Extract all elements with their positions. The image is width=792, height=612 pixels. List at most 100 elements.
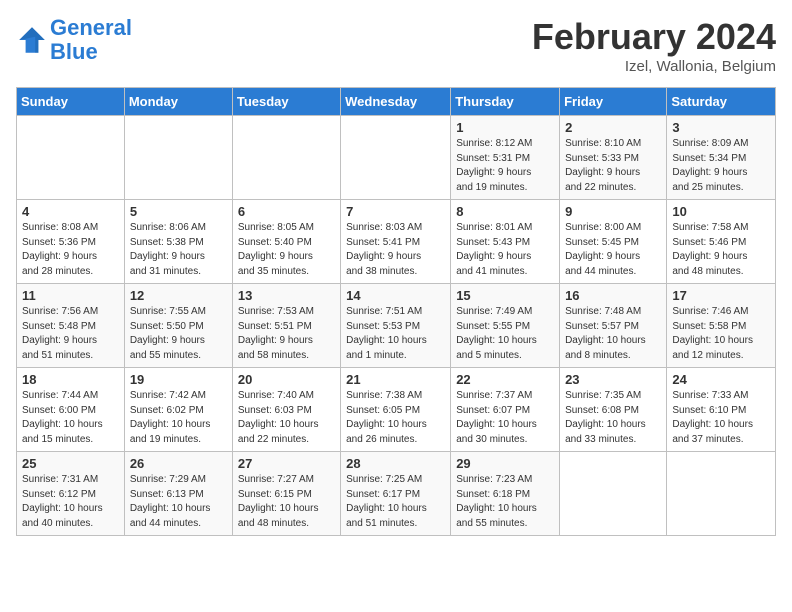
day-info: Sunrise: 7:46 AM Sunset: 5:58 PM Dayligh… bbox=[672, 305, 770, 363]
day-info: Sunrise: 7:35 AM Sunset: 6:08 PM Dayligh… bbox=[565, 389, 661, 447]
day-number: 16 bbox=[565, 288, 661, 303]
calendar-cell: 15 Sunrise: 7:49 AM Sunset: 5:55 PM Dayli… bbox=[451, 284, 560, 368]
logo-text: General Blue bbox=[50, 16, 132, 64]
logo-icon bbox=[16, 24, 48, 56]
month-title: February 2024 bbox=[532, 16, 776, 58]
calendar-cell: 19 Sunrise: 7:42 AM Sunset: 6:02 PM Dayli… bbox=[124, 368, 232, 452]
day-number: 13 bbox=[238, 288, 335, 303]
day-number: 23 bbox=[565, 372, 661, 387]
day-info: Sunrise: 7:53 AM Sunset: 5:51 PM Dayligh… bbox=[238, 305, 335, 363]
calendar-cell: 29Sunrise: 7:23 AM Sunset: 6:18 PM Dayli… bbox=[451, 452, 560, 536]
day-info: Sunrise: 8:06 AM Sunset: 5:38 PM Dayligh… bbox=[130, 221, 227, 279]
calendar-cell: 7 Sunrise: 8:03 AM Sunset: 5:41 PM Daylig… bbox=[341, 200, 451, 284]
day-number: 24 bbox=[672, 372, 770, 387]
day-info: Sunrise: 7:37 AM Sunset: 6:07 PM Dayligh… bbox=[456, 389, 554, 447]
calendar-cell: 3 Sunrise: 8:09 AM Sunset: 5:34 PM Daylig… bbox=[667, 116, 776, 200]
day-number: 4 bbox=[22, 204, 119, 219]
day-number: 19 bbox=[130, 372, 227, 387]
day-number: 25 bbox=[22, 456, 119, 471]
calendar-cell: 27Sunrise: 7:27 AM Sunset: 6:15 PM Dayli… bbox=[232, 452, 340, 536]
day-number: 11 bbox=[22, 288, 119, 303]
day-info: Sunrise: 8:03 AM Sunset: 5:41 PM Dayligh… bbox=[346, 221, 445, 279]
day-number: 18 bbox=[22, 372, 119, 387]
weekday-header-row: SundayMondayTuesdayWednesdayThursdayFrid… bbox=[17, 88, 776, 116]
day-info: Sunrise: 8:12 AM Sunset: 5:31 PM Dayligh… bbox=[456, 137, 554, 195]
day-info: Sunrise: 8:00 AM Sunset: 5:45 PM Dayligh… bbox=[565, 221, 661, 279]
day-number: 28 bbox=[346, 456, 445, 471]
calendar-week-row: 25 Sunrise: 7:31 AM Sunset: 6:12 PM Dayli… bbox=[17, 452, 776, 536]
calendar-week-row: 18 Sunrise: 7:44 AM Sunset: 6:00 PM Dayli… bbox=[17, 368, 776, 452]
calendar-cell: 18 Sunrise: 7:44 AM Sunset: 6:00 PM Dayli… bbox=[17, 368, 125, 452]
weekday-header: Monday bbox=[124, 88, 232, 116]
day-info: Sunrise: 7:44 AM Sunset: 6:00 PM Dayligh… bbox=[22, 389, 119, 447]
calendar-week-row: 1 Sunrise: 8:12 AM Sunset: 5:31 PM Daylig… bbox=[17, 116, 776, 200]
calendar-cell: 1 Sunrise: 8:12 AM Sunset: 5:31 PM Daylig… bbox=[451, 116, 560, 200]
day-number: 29 bbox=[456, 456, 554, 471]
calendar-cell: 6Sunrise: 8:05 AM Sunset: 5:40 PM Daylig… bbox=[232, 200, 340, 284]
calendar-cell: 24 Sunrise: 7:33 AM Sunset: 6:10 PM Dayli… bbox=[667, 368, 776, 452]
calendar-cell: 2Sunrise: 8:10 AM Sunset: 5:33 PM Daylig… bbox=[560, 116, 667, 200]
calendar-table: SundayMondayTuesdayWednesdayThursdayFrid… bbox=[16, 87, 776, 536]
calendar-cell: 11 Sunrise: 7:56 AM Sunset: 5:48 PM Dayli… bbox=[17, 284, 125, 368]
calendar-cell bbox=[341, 116, 451, 200]
calendar-cell: 9 Sunrise: 8:00 AM Sunset: 5:45 PM Daylig… bbox=[560, 200, 667, 284]
weekday-header: Friday bbox=[560, 88, 667, 116]
calendar-cell: 26Sunrise: 7:29 AM Sunset: 6:13 PM Dayli… bbox=[124, 452, 232, 536]
calendar-cell bbox=[667, 452, 776, 536]
logo: General Blue bbox=[16, 16, 132, 64]
day-number: 9 bbox=[565, 204, 661, 219]
calendar-cell: 25 Sunrise: 7:31 AM Sunset: 6:12 PM Dayli… bbox=[17, 452, 125, 536]
day-number: 20 bbox=[238, 372, 335, 387]
calendar-cell bbox=[124, 116, 232, 200]
day-number: 1 bbox=[456, 120, 554, 135]
day-info: Sunrise: 8:09 AM Sunset: 5:34 PM Dayligh… bbox=[672, 137, 770, 195]
weekday-header: Saturday bbox=[667, 88, 776, 116]
day-number: 21 bbox=[346, 372, 445, 387]
weekday-header: Sunday bbox=[17, 88, 125, 116]
day-info: Sunrise: 7:33 AM Sunset: 6:10 PM Dayligh… bbox=[672, 389, 770, 447]
calendar-week-row: 11 Sunrise: 7:56 AM Sunset: 5:48 PM Dayli… bbox=[17, 284, 776, 368]
calendar-cell: 14Sunrise: 7:51 AM Sunset: 5:53 PM Dayli… bbox=[341, 284, 451, 368]
day-number: 15 bbox=[456, 288, 554, 303]
day-number: 3 bbox=[672, 120, 770, 135]
day-number: 7 bbox=[346, 204, 445, 219]
calendar-cell bbox=[232, 116, 340, 200]
calendar-cell: 4Sunrise: 8:08 AM Sunset: 5:36 PM Daylig… bbox=[17, 200, 125, 284]
page-header: General Blue February 2024 Izel, Walloni… bbox=[16, 16, 776, 75]
logo-line2: Blue bbox=[50, 39, 98, 64]
calendar-cell: 5Sunrise: 8:06 AM Sunset: 5:38 PM Daylig… bbox=[124, 200, 232, 284]
day-info: Sunrise: 8:01 AM Sunset: 5:43 PM Dayligh… bbox=[456, 221, 554, 279]
calendar-cell: 17 Sunrise: 7:46 AM Sunset: 5:58 PM Dayli… bbox=[667, 284, 776, 368]
calendar-cell: 20Sunrise: 7:40 AM Sunset: 6:03 PM Dayli… bbox=[232, 368, 340, 452]
calendar-cell: 16 Sunrise: 7:48 AM Sunset: 5:57 PM Dayli… bbox=[560, 284, 667, 368]
calendar-cell: 10Sunrise: 7:58 AM Sunset: 5:46 PM Dayli… bbox=[667, 200, 776, 284]
day-info: Sunrise: 7:49 AM Sunset: 5:55 PM Dayligh… bbox=[456, 305, 554, 363]
day-number: 26 bbox=[130, 456, 227, 471]
day-number: 17 bbox=[672, 288, 770, 303]
day-number: 14 bbox=[346, 288, 445, 303]
day-number: 6 bbox=[238, 204, 335, 219]
calendar-cell: 12Sunrise: 7:55 AM Sunset: 5:50 PM Dayli… bbox=[124, 284, 232, 368]
day-info: Sunrise: 7:27 AM Sunset: 6:15 PM Dayligh… bbox=[238, 473, 335, 531]
calendar-cell bbox=[560, 452, 667, 536]
day-info: Sunrise: 7:31 AM Sunset: 6:12 PM Dayligh… bbox=[22, 473, 119, 531]
weekday-header: Thursday bbox=[451, 88, 560, 116]
weekday-header: Wednesday bbox=[341, 88, 451, 116]
day-info: Sunrise: 7:38 AM Sunset: 6:05 PM Dayligh… bbox=[346, 389, 445, 447]
day-number: 12 bbox=[130, 288, 227, 303]
calendar-cell: 22 Sunrise: 7:37 AM Sunset: 6:07 PM Dayli… bbox=[451, 368, 560, 452]
day-info: Sunrise: 7:58 AM Sunset: 5:46 PM Dayligh… bbox=[672, 221, 770, 279]
day-info: Sunrise: 7:56 AM Sunset: 5:48 PM Dayligh… bbox=[22, 305, 119, 363]
logo-line1: General bbox=[50, 15, 132, 40]
calendar-cell: 13 Sunrise: 7:53 AM Sunset: 5:51 PM Dayli… bbox=[232, 284, 340, 368]
day-info: Sunrise: 7:48 AM Sunset: 5:57 PM Dayligh… bbox=[565, 305, 661, 363]
location: Izel, Wallonia, Belgium bbox=[532, 58, 776, 75]
day-number: 22 bbox=[456, 372, 554, 387]
calendar-cell: 28Sunrise: 7:25 AM Sunset: 6:17 PM Dayli… bbox=[341, 452, 451, 536]
day-info: Sunrise: 7:42 AM Sunset: 6:02 PM Dayligh… bbox=[130, 389, 227, 447]
calendar-cell: 23 Sunrise: 7:35 AM Sunset: 6:08 PM Dayli… bbox=[560, 368, 667, 452]
calendar-cell: 21 Sunrise: 7:38 AM Sunset: 6:05 PM Dayli… bbox=[341, 368, 451, 452]
day-number: 8 bbox=[456, 204, 554, 219]
calendar-week-row: 4Sunrise: 8:08 AM Sunset: 5:36 PM Daylig… bbox=[17, 200, 776, 284]
day-info: Sunrise: 8:10 AM Sunset: 5:33 PM Dayligh… bbox=[565, 137, 661, 195]
